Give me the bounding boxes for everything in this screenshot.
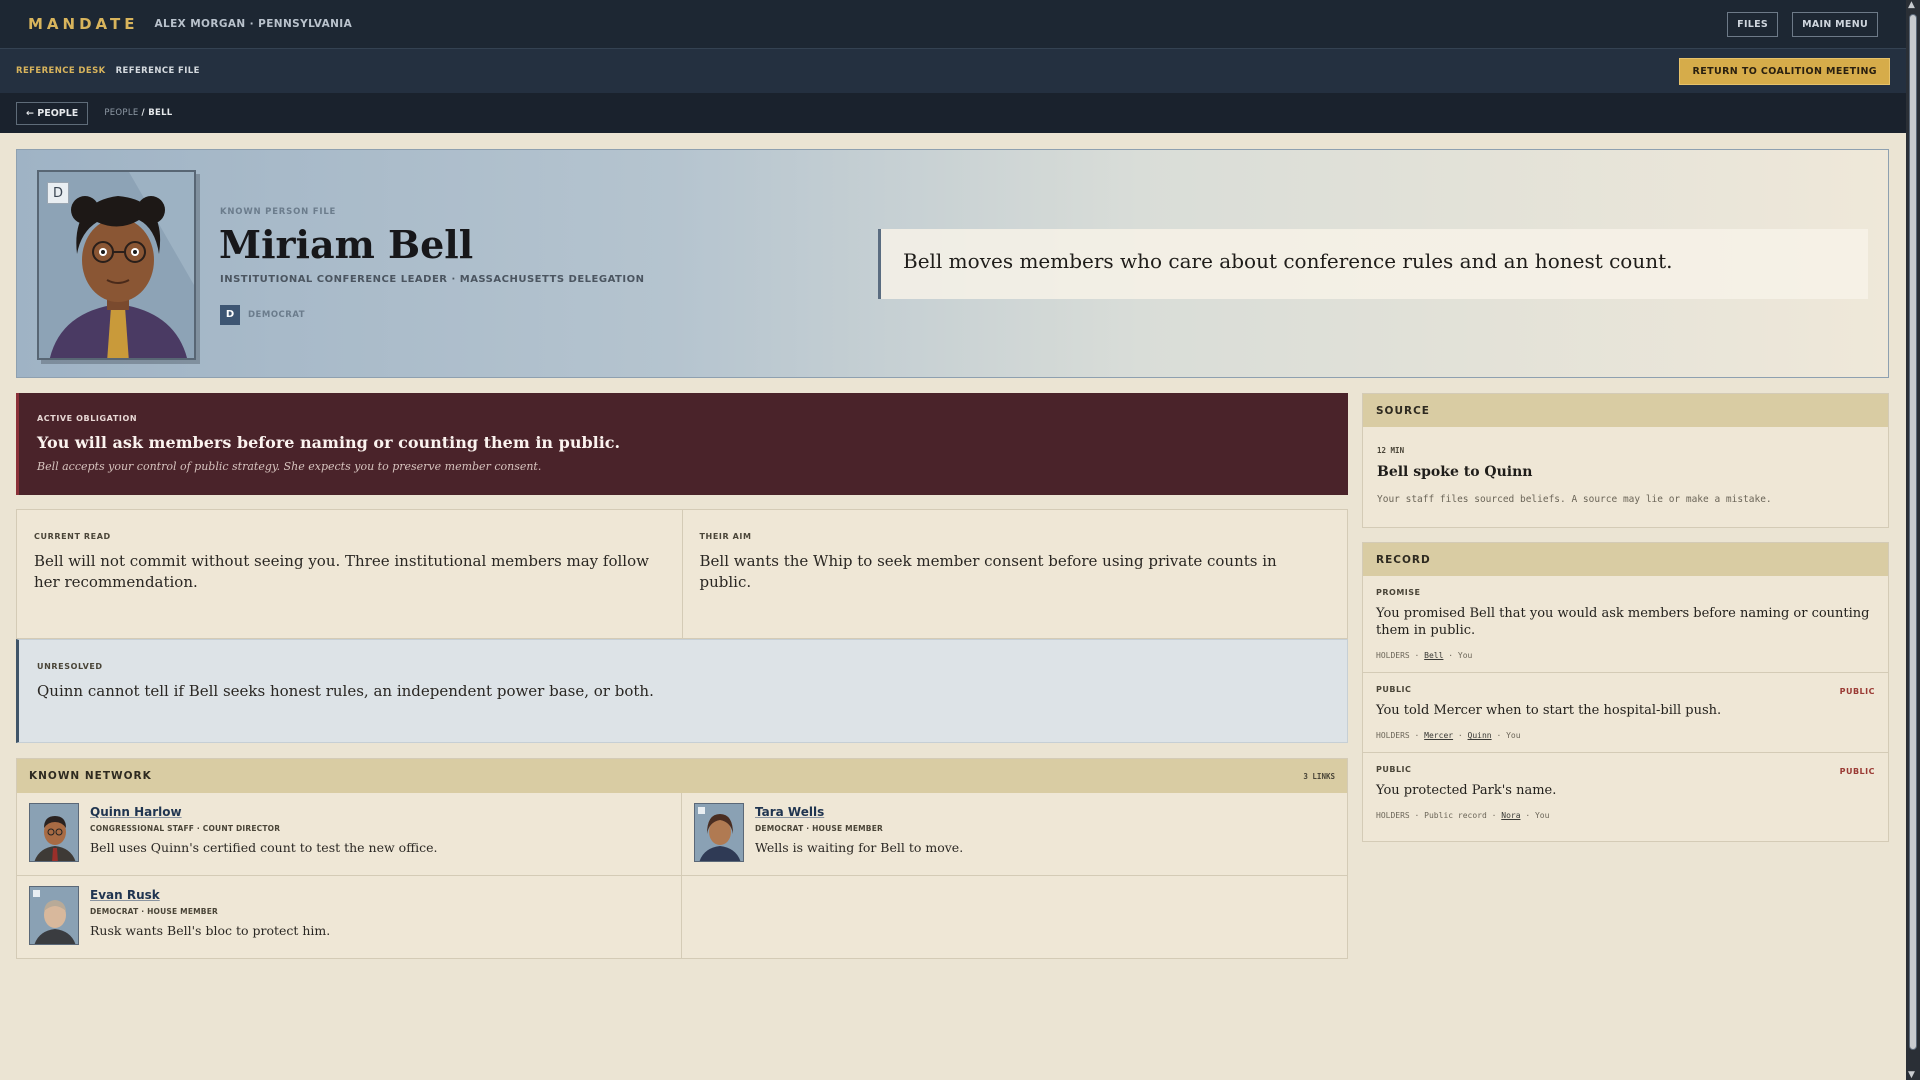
obligation-title: You will ask members before naming or co… bbox=[37, 433, 621, 452]
breadcrumb-current: / BELL bbox=[141, 108, 173, 118]
network-person-name[interactable]: Evan Rusk bbox=[90, 888, 330, 902]
network-person-role: DEMOCRAT · HOUSE MEMBER bbox=[90, 907, 219, 916]
network-person-card[interactable]: Quinn Harlow CONGRESSIONAL STAFF · COUNT… bbox=[17, 793, 682, 876]
party-name: DEMOCRAT bbox=[248, 310, 306, 320]
record-text: You promised Bell that you would ask mem… bbox=[1376, 606, 1870, 638]
top-bar: MANDATE ALEX MORGAN · PENNSYLVANIA FILES… bbox=[0, 0, 1906, 49]
record-item: PUBLIC PUBLIC You told Mercer when to st… bbox=[1363, 673, 1888, 753]
party-badge: D bbox=[220, 305, 240, 325]
their-aim-section: THEIR AIM Bell wants the Whip to seek me… bbox=[681, 510, 1348, 638]
network-person-name[interactable]: Tara Wells bbox=[755, 805, 963, 819]
source-time: 12 MIN bbox=[1377, 446, 1405, 455]
network-person-card[interactable]: Tara Wells DEMOCRAT · HOUSE MEMBER Wells… bbox=[682, 793, 1347, 876]
holder-link[interactable]: Bell bbox=[1424, 651, 1443, 660]
unresolved-panel: UNRESOLVED Quinn cannot tell if Bell see… bbox=[16, 639, 1348, 743]
known-network-panel: KNOWN NETWORK 3 LINKS Quinn Harlow CONGR… bbox=[16, 758, 1348, 959]
main-menu-button[interactable]: MAIN MENU bbox=[1792, 11, 1878, 37]
network-person-note: Rusk wants Bell's bloc to protect him. bbox=[90, 923, 331, 938]
current-read-section: CURRENT READ Bell will not commit withou… bbox=[17, 510, 682, 638]
active-obligation-panel: ACTIVE OBLIGATION You will ask members b… bbox=[16, 393, 1348, 495]
files-button[interactable]: FILES bbox=[1727, 11, 1779, 37]
their-aim-text: Bell wants the Whip to seek member conse… bbox=[699, 552, 1277, 591]
page-scrollbar[interactable]: ▲ ▼ bbox=[1906, 0, 1920, 1080]
network-empty-cell bbox=[682, 876, 1347, 959]
source-panel: SOURCE 12 MIN Bell spoke to Quinn Your s… bbox=[1362, 393, 1889, 528]
public-badge: PUBLIC bbox=[1839, 687, 1875, 696]
scrollbar-thumb[interactable] bbox=[1909, 14, 1917, 1050]
sub-nav-bar: REFERENCE DESK REFERENCE FILE RETURN TO … bbox=[0, 49, 1906, 93]
record-holders: HOLDERS · Public record · Nora · You bbox=[1376, 811, 1550, 820]
person-summary-quote: Bell moves members who care about confer… bbox=[878, 229, 1868, 299]
return-to-meeting-button[interactable]: RETURN TO COALITION MEETING bbox=[1679, 57, 1890, 85]
person-hero: D KNOWN PERSON FILE Miriam Bell INSTITUT… bbox=[16, 149, 1889, 378]
network-header: KNOWN NETWORK 3 LINKS bbox=[17, 759, 1347, 793]
record-item: PROMISE You promised Bell that you would… bbox=[1363, 576, 1888, 673]
record-text: You protected Park's name. bbox=[1376, 783, 1557, 798]
network-person-note: Wells is waiting for Bell to move. bbox=[755, 840, 964, 855]
record-holders: HOLDERS · Bell · You bbox=[1376, 651, 1473, 660]
person-thumbnail bbox=[694, 803, 744, 862]
unresolved-text: Quinn cannot tell if Bell seeks honest r… bbox=[37, 682, 654, 700]
their-aim-kicker: THEIR AIM bbox=[699, 532, 752, 541]
network-person-card[interactable]: Evan Rusk DEMOCRAT · HOUSE MEMBER Rusk w… bbox=[17, 876, 682, 959]
record-item: PUBLIC PUBLIC You protected Park's name.… bbox=[1363, 753, 1888, 832]
network-person-role: CONGRESSIONAL STAFF · COUNT DIRECTOR bbox=[90, 824, 281, 833]
record-heading: RECORD bbox=[1363, 543, 1888, 576]
scroll-down-icon[interactable]: ▼ bbox=[1908, 1070, 1915, 1080]
obligation-subtitle: Bell accepts your control of public stra… bbox=[37, 460, 542, 473]
person-thumbnail bbox=[29, 886, 79, 945]
person-thumbnail bbox=[29, 803, 79, 862]
record-panel: RECORD PROMISE You promised Bell that yo… bbox=[1362, 542, 1889, 842]
record-text: You told Mercer when to start the hospit… bbox=[1376, 703, 1722, 718]
record-holders: HOLDERS · Mercer · Quinn · You bbox=[1376, 731, 1521, 740]
person-file-kicker: KNOWN PERSON FILE bbox=[220, 207, 337, 217]
scroll-up-icon[interactable]: ▲ bbox=[1908, 0, 1915, 10]
network-heading: KNOWN NETWORK bbox=[29, 770, 152, 782]
obligation-kicker: ACTIVE OBLIGATION bbox=[37, 414, 138, 423]
source-title: Bell spoke to Quinn bbox=[1377, 464, 1533, 480]
holder-link[interactable]: Nora bbox=[1501, 811, 1520, 820]
source-description: Your staff files sourced beliefs. A sour… bbox=[1377, 494, 1772, 505]
network-person-name[interactable]: Quinn Harlow bbox=[90, 805, 437, 819]
app-logo: MANDATE bbox=[28, 15, 139, 33]
record-kicker: PUBLIC bbox=[1376, 765, 1412, 774]
holder-link[interactable]: Quinn bbox=[1468, 731, 1492, 740]
breadcrumb-people[interactable]: PEOPLE bbox=[104, 108, 138, 118]
back-to-people-button[interactable]: ← PEOPLE bbox=[16, 101, 89, 125]
current-read-kicker: CURRENT READ bbox=[34, 532, 111, 541]
network-person-role: DEMOCRAT · HOUSE MEMBER bbox=[755, 824, 884, 833]
player-label: ALEX MORGAN · PENNSYLVANIA bbox=[154, 18, 353, 30]
tab-reference-desk[interactable]: REFERENCE DESK bbox=[16, 66, 106, 76]
record-kicker: PUBLIC bbox=[1376, 685, 1412, 694]
record-kicker: PROMISE bbox=[1376, 588, 1421, 597]
source-heading: SOURCE bbox=[1363, 394, 1888, 427]
party-affiliation: D DEMOCRAT bbox=[220, 305, 305, 325]
network-person-note: Bell uses Quinn's certified count to tes… bbox=[90, 840, 438, 855]
public-badge: PUBLIC bbox=[1839, 767, 1875, 776]
unresolved-kicker: UNRESOLVED bbox=[37, 662, 103, 671]
breadcrumb-bar: ← PEOPLE PEOPLE / BELL bbox=[0, 93, 1906, 133]
person-portrait: D bbox=[37, 170, 196, 360]
person-name: Miriam Bell bbox=[219, 222, 474, 267]
tab-reference-file[interactable]: REFERENCE FILE bbox=[116, 66, 200, 76]
breadcrumb: PEOPLE / BELL bbox=[104, 108, 172, 118]
network-link-count: 3 LINKS bbox=[1303, 771, 1335, 781]
person-role: INSTITUTIONAL CONFERENCE LEADER · MASSAC… bbox=[220, 274, 645, 285]
current-read-text: Bell will not commit without seeing you.… bbox=[34, 552, 649, 591]
holder-link[interactable]: Mercer bbox=[1424, 731, 1453, 740]
portrait-party-badge: D bbox=[47, 182, 69, 204]
read-aim-panel: CURRENT READ Bell will not commit withou… bbox=[16, 509, 1348, 639]
